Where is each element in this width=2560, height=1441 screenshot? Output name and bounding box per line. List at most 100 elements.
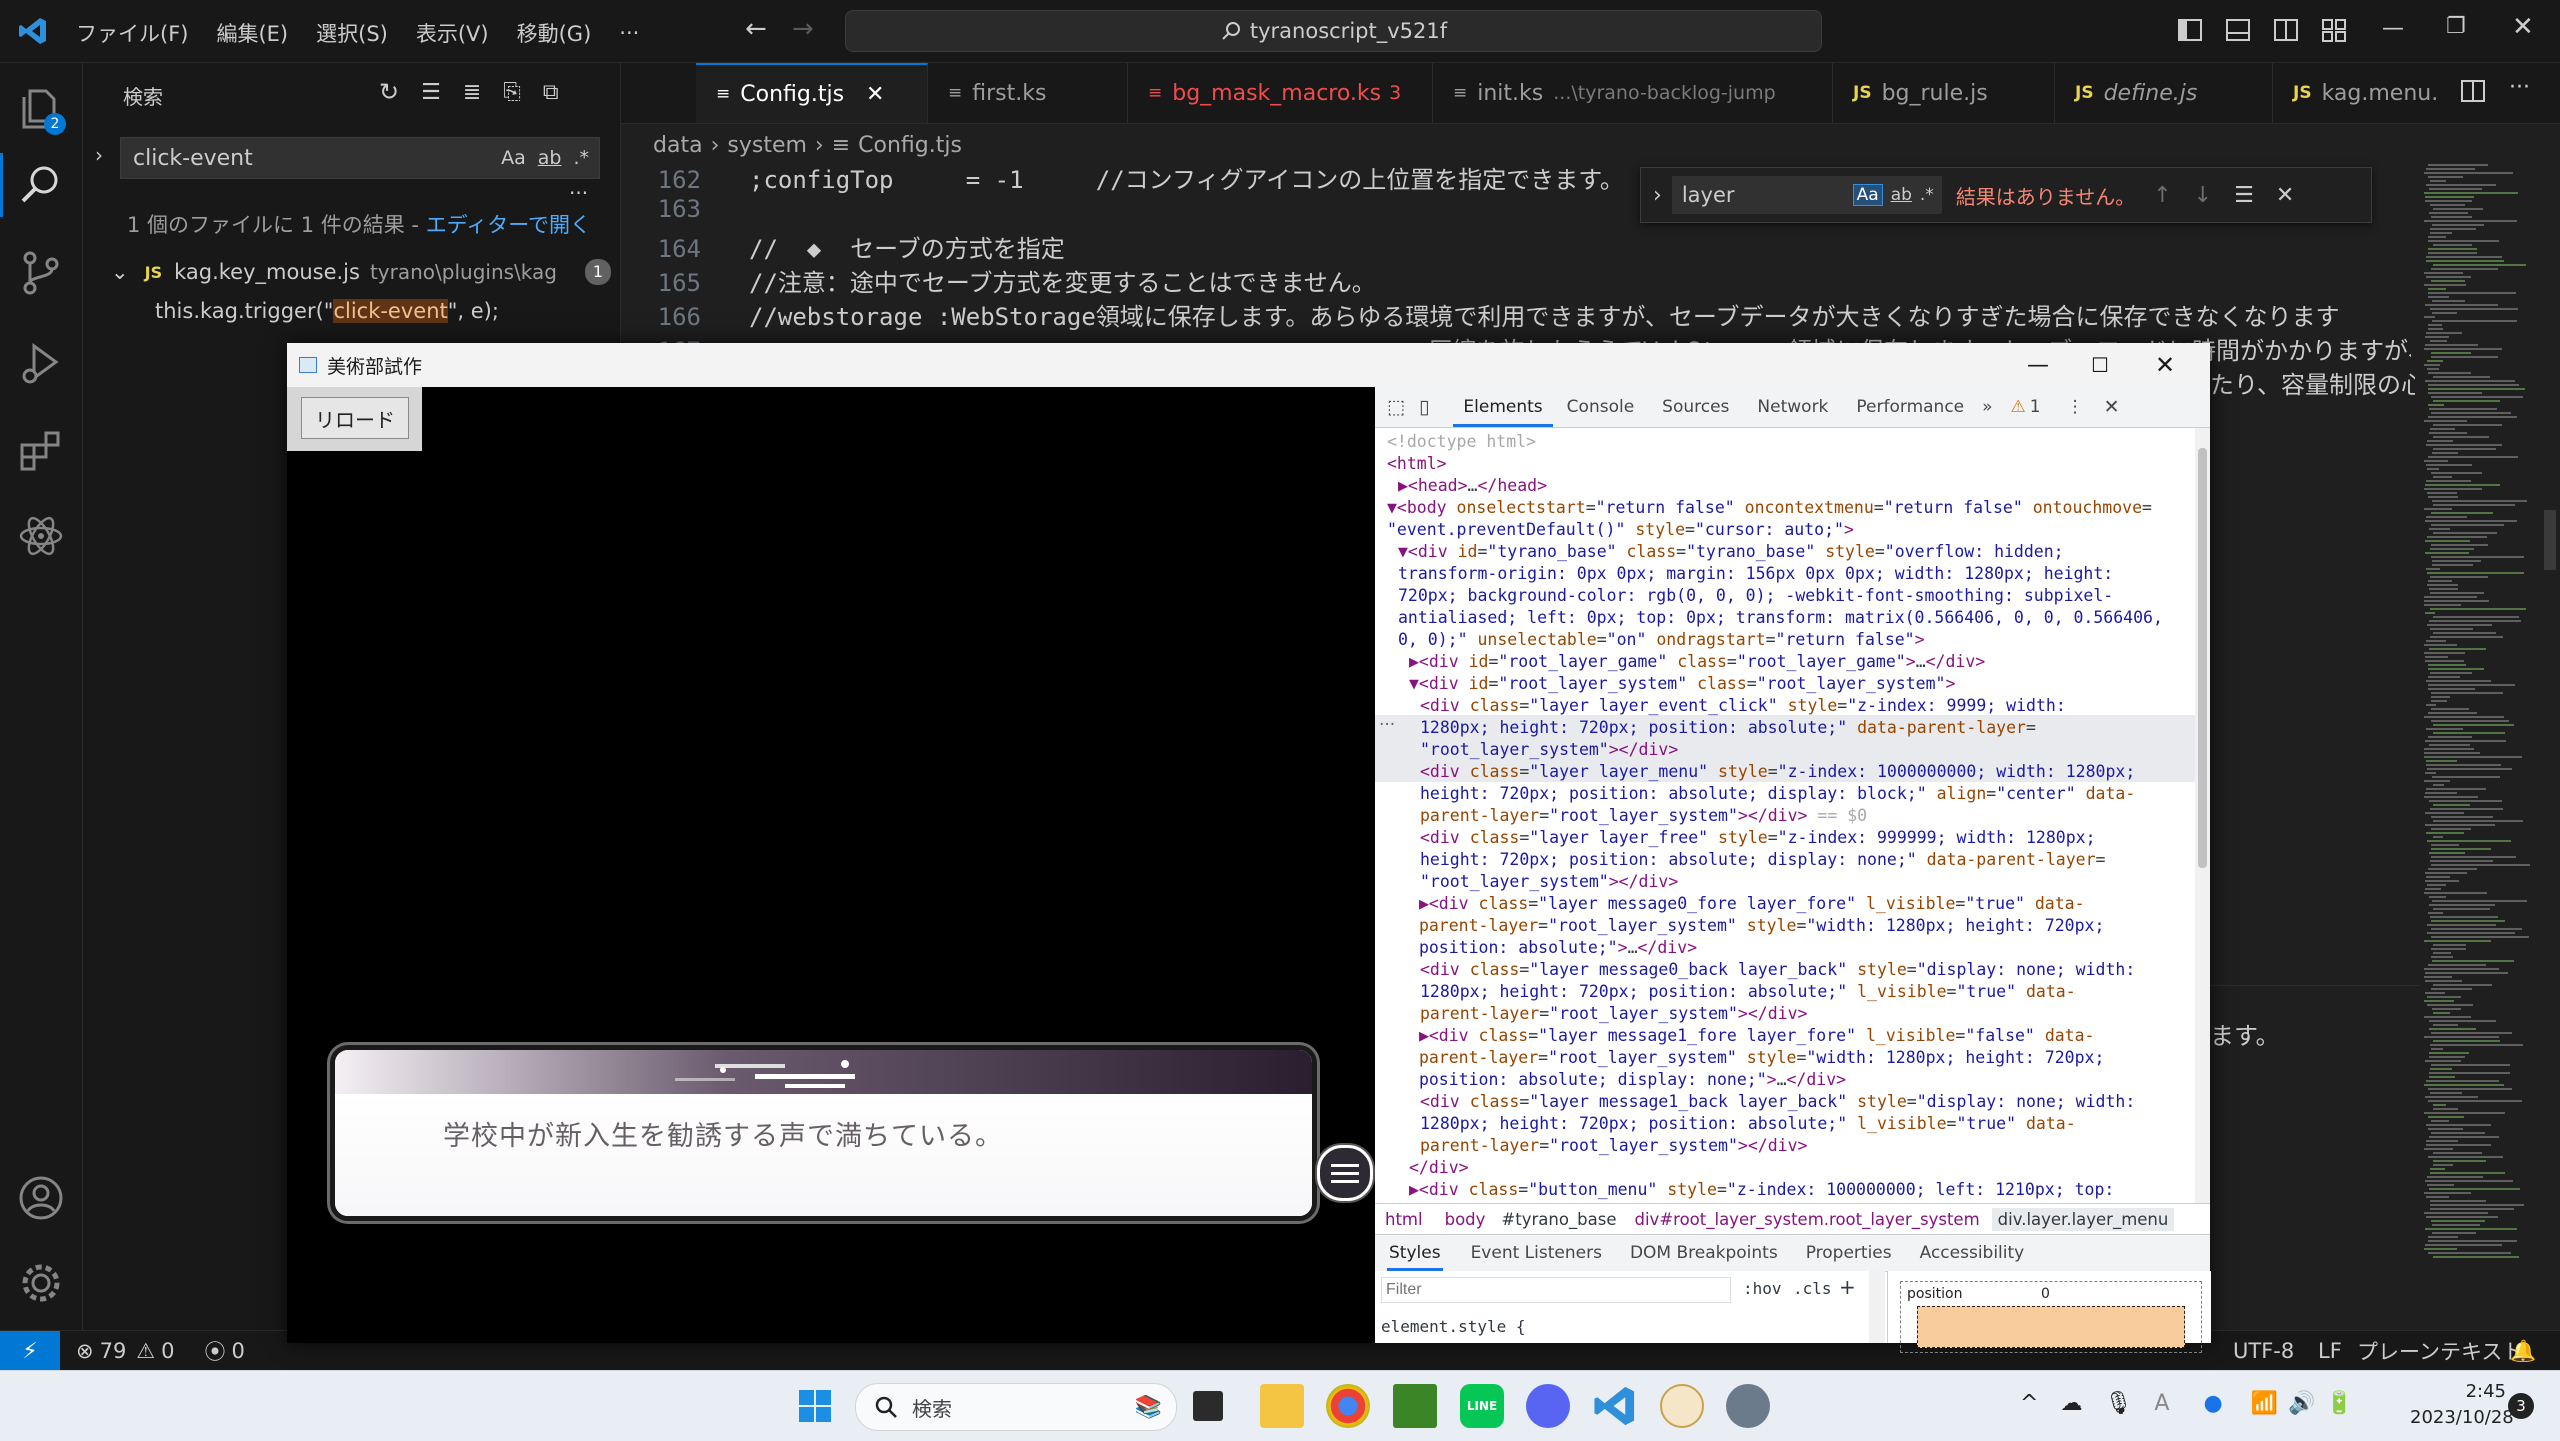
devtools-menu-icon[interactable]: ⋮ <box>2067 397 2084 417</box>
styles-filter-input[interactable] <box>1381 1277 1731 1303</box>
cls-toggle[interactable]: .cls <box>1793 1279 1832 1298</box>
tab-init-ks[interactable]: ≡ init.ks ...\tyrano-backlog-jump <box>1433 63 1833 123</box>
menu-edit[interactable]: 編集(E) <box>216 18 288 48</box>
split-editor-icon[interactable] <box>2459 77 2487 105</box>
reload-button[interactable]: リロード <box>301 397 409 439</box>
code-line[interactable]: 164 // ◆ セーブの方式を指定 <box>621 229 1065 263</box>
discord-icon[interactable] <box>1526 1384 1570 1428</box>
devtools-warning-count[interactable]: 1 <box>2030 397 2041 417</box>
dom-node-line[interactable]: <div class="layer message0_back layer_ba… <box>1420 959 2135 981</box>
vscode-taskbar-icon[interactable] <box>1593 1384 1637 1428</box>
subtab-properties[interactable]: Properties <box>1806 1243 1892 1263</box>
extensions-icon[interactable] <box>16 425 66 475</box>
message-window[interactable]: 学校中が新入生を勧誘する声で満ちている。 <box>330 1045 1317 1221</box>
dom-tree[interactable]: ··· <!doctype html> <html> ▶<head>…</head>… <box>1375 428 2195 1203</box>
new-style-rule-icon[interactable]: + <box>1839 1275 1856 1299</box>
open-in-editor-link[interactable]: エディターで開く <box>426 213 591 237</box>
previous-match-icon[interactable]: ↑ <box>2153 183 2171 208</box>
dom-node-line[interactable]: ▼<div id="tyrano_base" class="tyrano_bas… <box>1398 541 2064 563</box>
search-view-icon[interactable] <box>16 160 66 210</box>
devtools-tab-performance[interactable]: Performance <box>1856 397 1964 417</box>
volume-icon[interactable]: 🔊 <box>2288 1391 2315 1416</box>
breadcrumb-file[interactable]: Config.tjs <box>858 133 962 158</box>
tab-close-icon[interactable]: ✕ <box>866 82 884 107</box>
dom-node-line[interactable]: <!doctype html> <box>1387 431 1536 453</box>
devtools-tab-network[interactable]: Network <box>1757 397 1828 417</box>
dom-node-line[interactable]: </div> <box>1409 1157 1469 1179</box>
dom-node-line[interactable]: parent-layer="root_layer_system"></div> <box>1420 1003 1807 1025</box>
dom-node-line[interactable]: "root_layer_system"></div> <box>1420 739 1678 761</box>
styles-scrollbar[interactable] <box>1869 1271 1885 1343</box>
whole-word-toggle[interactable]: ab <box>538 147 562 169</box>
notifications-bell-icon[interactable]: 🔔 <box>2510 1339 2536 1364</box>
dom-node-line[interactable]: transform-origin: 0px 0px; margin: 156px… <box>1398 563 2113 585</box>
menu-more[interactable]: ··· <box>619 21 639 45</box>
dom-scrollbar[interactable] <box>2195 428 2210 1203</box>
tab-config-tjs[interactable]: ≡ Config.tjs ✕ <box>696 63 928 123</box>
subtab-styles[interactable]: Styles <box>1387 1235 1443 1271</box>
tab-bg-rule-js[interactable]: JS bg_rule.js <box>1833 63 2055 123</box>
code-line[interactable]: 166 //webstorage :WebStorage領域に保存します。あらゆる… <box>621 297 2411 331</box>
app-minimize-icon[interactable]: — <box>2027 353 2049 378</box>
collapse-all-icon[interactable]: ⧉ <box>543 80 559 105</box>
file-explorer-icon[interactable] <box>1260 1384 1304 1428</box>
new-search-editor-icon[interactable]: ⎘ <box>503 80 521 105</box>
subtab-accessibility[interactable]: Accessibility <box>1920 1243 2025 1263</box>
chrome-icon[interactable] <box>1326 1384 1370 1428</box>
tyrano-app-icon[interactable] <box>1660 1384 1704 1428</box>
eol-indicator[interactable]: LF <box>2318 1339 2342 1363</box>
task-view-icon[interactable] <box>1193 1391 1223 1421</box>
ime-indicator-icon[interactable]: A <box>2154 1391 2169 1416</box>
toggle-replace-chevron-icon[interactable]: › <box>95 143 103 167</box>
clock[interactable]: 2:45 2023/10/28 <box>2410 1379 2514 1431</box>
more-options-icon[interactable]: ··· <box>569 181 588 205</box>
dom-node-line[interactable]: 0, 0);" unselectable="on" ondragstart="r… <box>1398 629 1925 651</box>
whole-word-toggle[interactable]: ab <box>1891 185 1912 205</box>
menu-hamburger-button[interactable] <box>1317 1145 1373 1201</box>
devtools-tab-sources[interactable]: Sources <box>1662 397 1729 417</box>
customize-layout-icon[interactable] <box>2320 16 2348 44</box>
source-control-icon[interactable] <box>16 248 66 298</box>
run-debug-icon[interactable] <box>16 338 66 388</box>
dom-node-line[interactable]: 720px; background-color: rgb(0, 0, 0); -… <box>1398 585 2113 607</box>
dom-node-line[interactable]: 1280px; height: 720px; position: absolut… <box>1420 1113 2076 1135</box>
minimize-icon[interactable]: — <box>2382 16 2404 41</box>
app-maximize-icon[interactable]: ☐ <box>2091 353 2109 377</box>
dom-node-line[interactable]: ▶<head>…</head> <box>1398 475 1547 497</box>
breadcrumb-system[interactable]: system <box>727 133 807 158</box>
settings-app-icon[interactable] <box>1726 1384 1770 1428</box>
refresh-icon[interactable]: ↻ <box>379 78 399 106</box>
microphone-icon[interactable]: 🎙 <box>2104 1391 2132 1416</box>
remote-indicator-icon[interactable]: ⚡ <box>0 1331 60 1371</box>
code-line[interactable]: 165 //注意：途中でセーブ方式を変更することはできません。 <box>621 263 1376 297</box>
back-arrow-icon[interactable]: ← <box>745 14 767 44</box>
scrollbar-thumb[interactable] <box>2544 510 2556 570</box>
dom-node-line[interactable]: height: 720px; position: absolute; displ… <box>1420 783 2135 805</box>
close-icon[interactable]: ✕ <box>2512 12 2534 42</box>
tab-define-js[interactable]: JS define.js <box>2055 63 2273 123</box>
hov-toggle[interactable]: :hov <box>1743 1279 1782 1298</box>
language-indicator[interactable]: プレーンテキスト <box>2357 1336 2523 1366</box>
subtab-dom-breakpoints[interactable]: DOM Breakpoints <box>1630 1243 1778 1263</box>
dom-node-line[interactable]: <div class="layer layer_menu" style="z-i… <box>1420 761 2135 783</box>
app-close-icon[interactable]: ✕ <box>2155 351 2175 379</box>
dom-crumb-html[interactable]: html <box>1385 1210 1423 1229</box>
restore-icon[interactable]: ❐ <box>2446 14 2466 39</box>
warning-count[interactable]: 0 <box>161 1339 174 1363</box>
dom-node-line[interactable]: position: absolute; display: none;">…</d… <box>1409 1069 1846 1091</box>
search-input[interactable]: click-event Aa ab .* <box>120 137 600 179</box>
battery-icon[interactable]: 🔋 <box>2325 1391 2352 1416</box>
devtools-tab-console[interactable]: Console <box>1567 397 1635 417</box>
ports-count[interactable]: 0 <box>232 1339 245 1363</box>
editor-scrollbar[interactable] <box>2540 160 2560 1330</box>
menu-selection[interactable]: 選択(S) <box>316 18 388 48</box>
toggle-primary-sidebar-icon[interactable] <box>2176 16 2204 44</box>
dom-node-line[interactable]: height: 720px; position: absolute; displ… <box>1420 849 2105 871</box>
dom-crumb-root-layer[interactable]: div#root_layer_system.root_layer_system <box>1635 1210 1980 1229</box>
dom-node-line[interactable]: antialiased; left: 0px; top: 0px; transf… <box>1398 607 2163 629</box>
search-match-line[interactable]: this.kag.trigger("click-event", e); <box>155 299 499 323</box>
more-actions-icon[interactable]: ··· <box>2509 75 2530 100</box>
clear-results-icon[interactable]: ☰ <box>421 80 441 105</box>
breadcrumb-data[interactable]: data <box>653 133 703 158</box>
taskbar-search[interactable]: 検索 📚 <box>855 1383 1177 1431</box>
